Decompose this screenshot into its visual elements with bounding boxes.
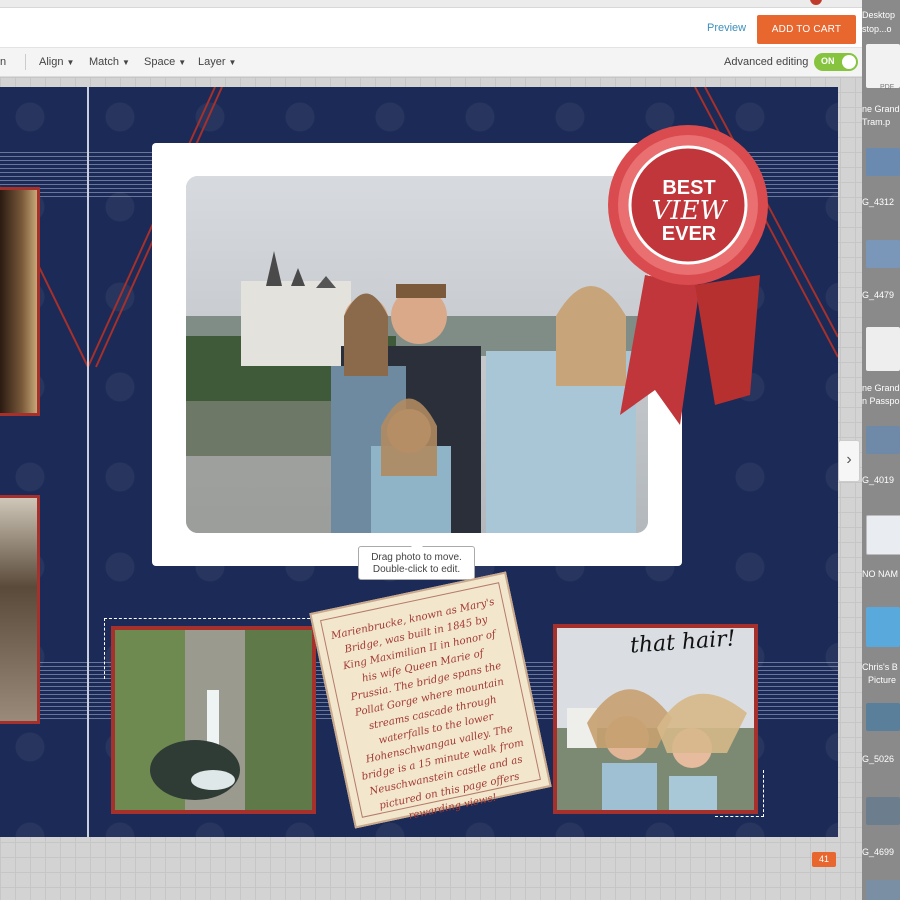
folder-icon[interactable] — [866, 607, 900, 647]
space-menu[interactable]: Space ▼ — [144, 56, 186, 68]
space-label: Space — [144, 56, 176, 68]
toolbar-fragment[interactable]: n — [0, 56, 6, 68]
toggle-state: ON — [821, 56, 835, 66]
badge-line-best: BEST — [662, 177, 716, 199]
layer-label: Layer — [198, 56, 226, 68]
desktop-label[interactable]: G_4312 — [862, 197, 894, 207]
chevron-down-icon: ▼ — [228, 58, 237, 67]
preview-link[interactable]: Preview — [707, 22, 746, 34]
desktop-label[interactable]: G_4699 — [862, 847, 894, 857]
toggle-knob — [842, 55, 856, 69]
drag-tooltip: Drag photo to move. Double-click to edit… — [358, 541, 475, 580]
tooltip-line-2: Double-click to edit. — [372, 564, 461, 575]
pdf-file-icon[interactable] — [866, 44, 900, 88]
chevron-down-icon: ▼ — [178, 58, 187, 67]
desktop-label[interactable]: ne Grand — [862, 383, 900, 393]
desktop-label[interactable]: Tram.p — [862, 117, 890, 127]
desktop-label[interactable]: stop...o — [862, 24, 892, 34]
layer-menu[interactable]: Layer ▼ — [198, 56, 236, 68]
image-thumbnail[interactable] — [866, 240, 900, 268]
family-photo[interactable] — [186, 176, 648, 533]
chevron-down-icon: ▼ — [66, 58, 75, 67]
image-thumbnail[interactable] — [866, 148, 900, 176]
page-gutter — [87, 87, 89, 837]
align-label: Align — [39, 56, 64, 68]
advanced-editing-toggle[interactable]: ON — [814, 53, 858, 71]
browser-strip — [0, 0, 862, 8]
selection-handle[interactable] — [715, 770, 764, 817]
top-bar: Preview ADD TO CART — [0, 0, 862, 48]
left-page-photo[interactable] — [0, 495, 40, 724]
left-page-photo[interactable] — [0, 187, 40, 416]
align-menu[interactable]: Align ▼ — [39, 56, 74, 68]
next-page-button[interactable]: › — [838, 440, 860, 482]
match-label: Match — [89, 56, 119, 68]
desktop-label[interactable]: n Passpo — [862, 396, 900, 406]
document-thumbnail[interactable] — [866, 327, 900, 371]
tooltip-line-1: Drag photo to move. — [371, 552, 462, 563]
waterfall-photo[interactable] — [111, 626, 316, 814]
desktop-label[interactable]: Desktop — [862, 10, 895, 20]
waterfall-image — [115, 630, 312, 810]
advanced-editing-label: Advanced editing — [724, 56, 809, 68]
badge-line-ever: EVER — [661, 223, 717, 245]
image-thumbnail[interactable] — [866, 703, 900, 731]
badge-text: BEST VIEW EVER — [644, 178, 734, 244]
tooltip-arrow — [411, 541, 423, 547]
image-thumbnail[interactable] — [866, 426, 900, 454]
chevron-right-icon: › — [846, 451, 852, 468]
pdf-tag: PDF — [880, 84, 894, 91]
editing-toolbar: n Align ▼ Match ▼ Space ▼ Layer ▼ Advanced e… — [0, 48, 862, 77]
desktop-sidebar: Desktop stop...o PDF ne Grand Tram.p G_4… — [862, 0, 900, 900]
chevron-down-icon: ▼ — [121, 58, 130, 67]
desktop-label[interactable]: G_5026 — [862, 754, 894, 764]
desktop-label[interactable]: Chris's B — [862, 662, 898, 672]
page-number-badge: 41 — [812, 852, 836, 867]
family-photo-image — [186, 176, 648, 533]
match-menu[interactable]: Match ▼ — [89, 56, 130, 68]
add-to-cart-button[interactable]: ADD TO CART — [757, 15, 856, 44]
desktop-label[interactable]: G_4019 — [862, 475, 894, 485]
drive-icon[interactable] — [866, 515, 900, 555]
desktop-label[interactable]: Picture — [868, 675, 896, 685]
desktop-label[interactable]: ne Grand — [862, 104, 900, 114]
badge-line-view: VIEW — [651, 196, 727, 226]
image-thumbnail[interactable] — [866, 880, 900, 900]
image-thumbnail[interactable] — [866, 797, 900, 825]
desktop-label[interactable]: NO NAM — [862, 569, 898, 579]
toolbar-separator — [25, 54, 26, 70]
desktop-label[interactable]: G_4479 — [862, 290, 894, 300]
best-view-ever-ribbon-icon[interactable] — [600, 125, 780, 425]
